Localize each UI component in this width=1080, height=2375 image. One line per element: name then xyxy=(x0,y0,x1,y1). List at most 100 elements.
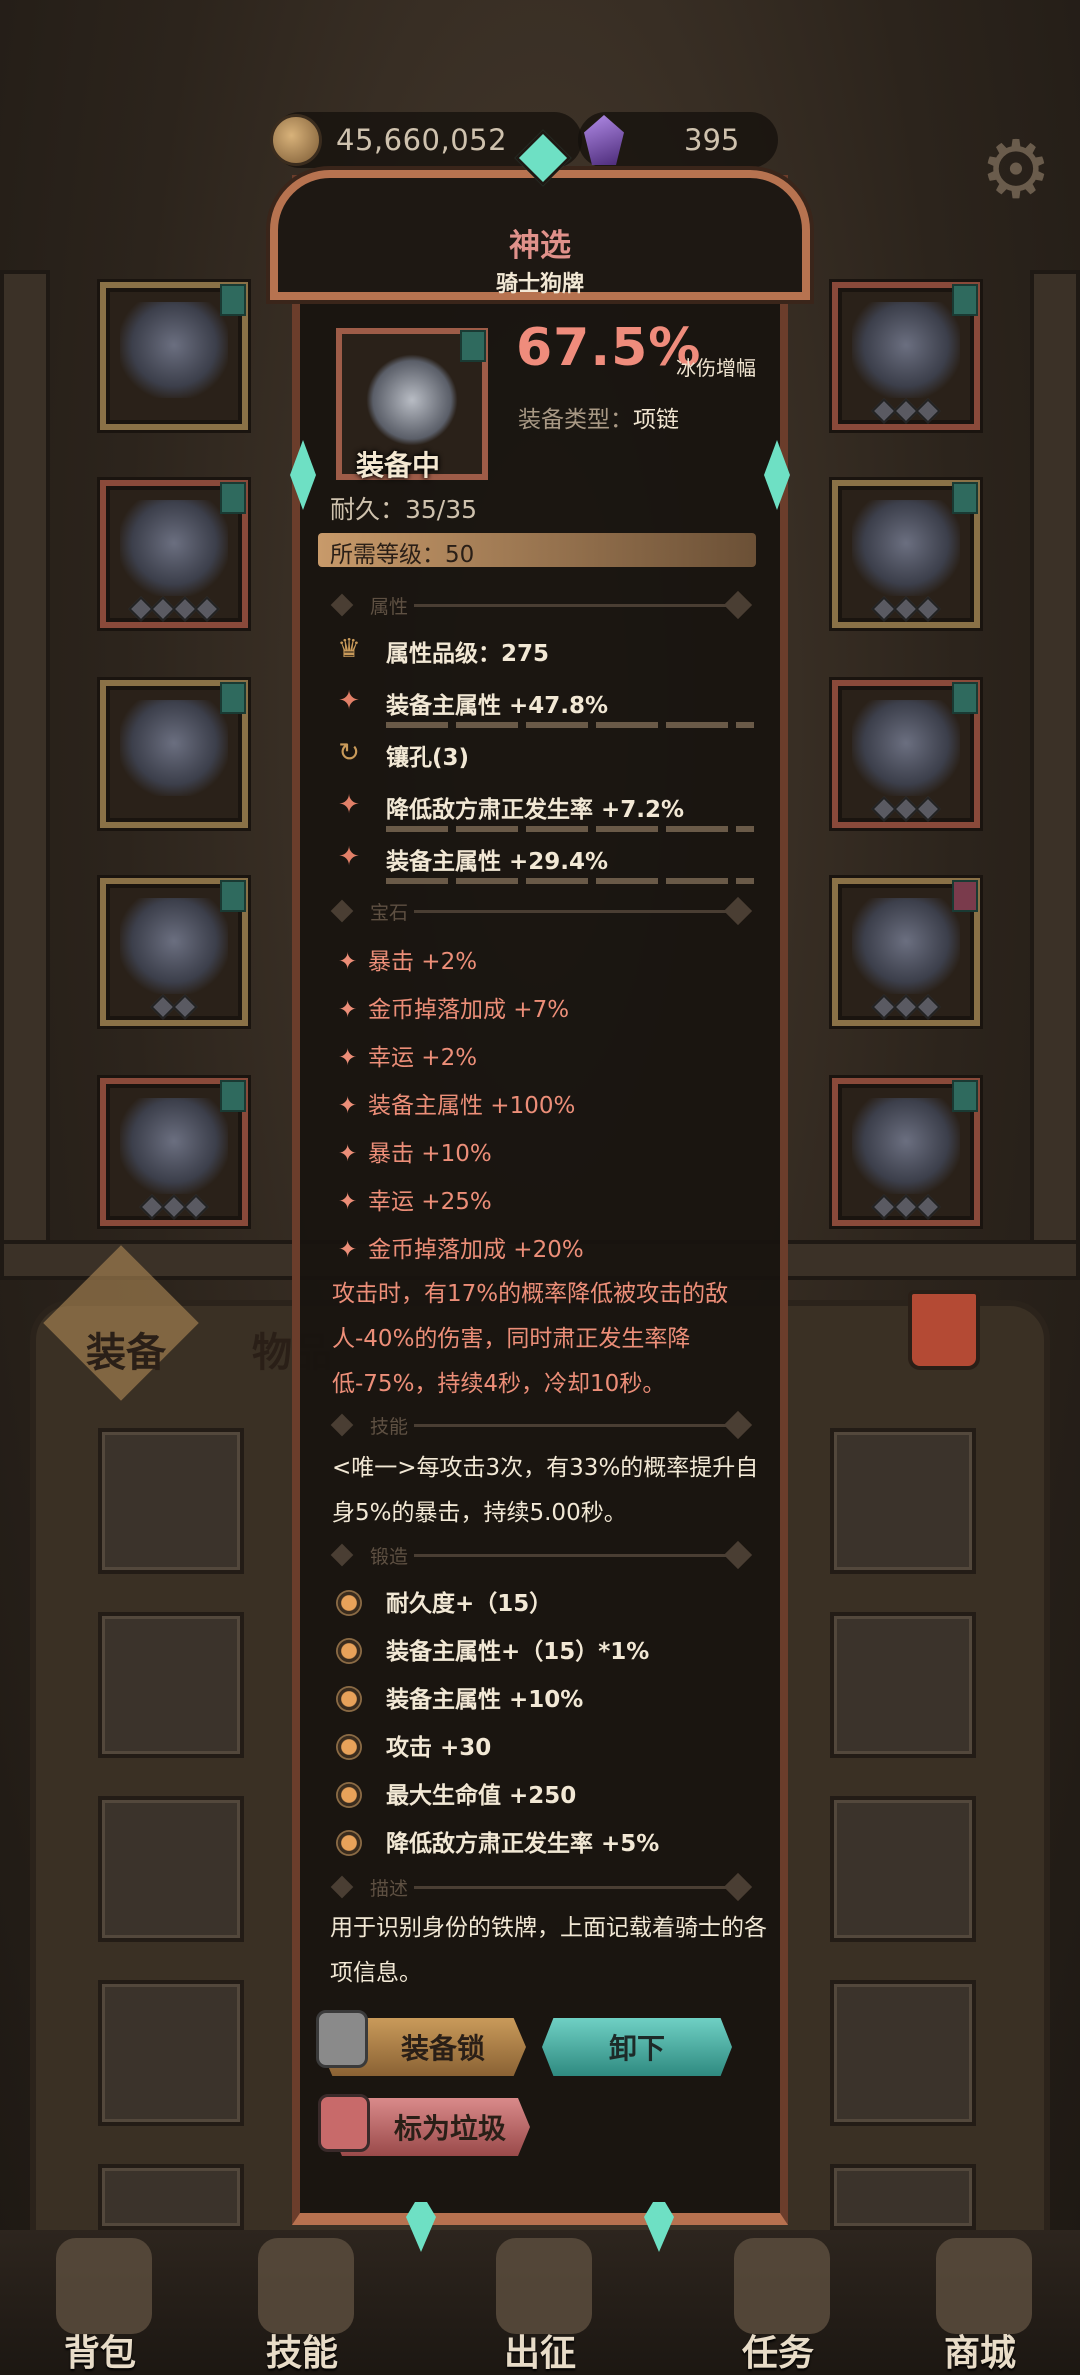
bag-cell[interactable] xyxy=(98,1796,244,1942)
section-label: 锻造 xyxy=(370,1546,409,1568)
pants-icon xyxy=(120,898,228,994)
bag-cell[interactable] xyxy=(830,1980,976,2126)
section-gems: 宝石 xyxy=(330,896,754,926)
badge-icon xyxy=(460,330,486,362)
bag-cell[interactable] xyxy=(98,2164,244,2230)
forge-text: 装备主属性 +10% xyxy=(386,1687,584,1713)
forge-row: 耐久度+（15） xyxy=(336,1584,552,1618)
bag-cell[interactable] xyxy=(830,1612,976,1758)
nav-shop[interactable]: 商城 xyxy=(900,2238,1060,2374)
attribute-row: ✦ 降低敌方肃正发生率 +7.2% xyxy=(334,786,754,834)
badge-icon xyxy=(952,682,978,714)
socket-row xyxy=(106,596,242,622)
main-stat-value: 67.5% xyxy=(516,318,702,378)
crystal-icon xyxy=(584,115,624,165)
forge-row: 装备主属性+（15）*1% xyxy=(336,1632,649,1666)
slot-boots[interactable] xyxy=(100,1078,248,1226)
forge-dot-icon xyxy=(336,1686,362,1712)
gear-icon[interactable]: ⚙ xyxy=(974,128,1058,212)
badge-icon xyxy=(952,482,978,514)
badge-icon xyxy=(220,682,246,714)
socket-row xyxy=(838,398,974,424)
slot-pants[interactable] xyxy=(100,878,248,1026)
attribute-text: 装备主属性 +47.8% xyxy=(386,693,609,719)
scroll-icon xyxy=(734,2238,830,2334)
tab-equipment[interactable]: 装备 xyxy=(86,1320,166,1378)
forge-dot-icon xyxy=(336,1734,362,1760)
unequip-button[interactable]: 卸下 xyxy=(542,2018,732,2076)
required-level: 所需等级：50 xyxy=(330,542,475,568)
bag-cell[interactable] xyxy=(830,1428,976,1574)
coin-icon xyxy=(270,114,322,166)
section-attributes: 属性 xyxy=(330,590,754,620)
badge-icon xyxy=(220,284,246,316)
mark-junk-button-label: 标为垃圾 xyxy=(393,2112,506,2145)
section-label: 属性 xyxy=(370,596,409,618)
lock-icon xyxy=(316,2010,368,2068)
slot-necklace[interactable] xyxy=(832,282,980,430)
nav-skills[interactable]: 技能 xyxy=(222,2238,382,2374)
skill-text: <唯一>每攻击3次，有33%的概率提升自身5%的暴击，持续5.00秒。 xyxy=(332,1455,759,1526)
spark-icon: ✦ xyxy=(338,790,360,820)
attribute-row: ✦ 装备主属性 +29.4% xyxy=(334,838,754,886)
gem-bonus-row: ✦ 幸运 +25% xyxy=(338,1182,492,1216)
star-icon: ✦ xyxy=(338,1237,358,1263)
socket-row xyxy=(838,1194,974,1220)
badge-icon xyxy=(952,880,978,912)
type-value: 项链 xyxy=(633,407,679,433)
slot-accessory[interactable] xyxy=(832,1078,980,1226)
ring-icon xyxy=(852,700,960,796)
gem-bonus-text: 幸运 +2% xyxy=(368,1045,478,1071)
attribute-text: 镶孔(3) xyxy=(386,745,470,771)
badge-icon xyxy=(220,880,246,912)
nav-label: 商城 xyxy=(943,2333,1016,2374)
star-icon: ✦ xyxy=(338,1189,358,1215)
gem-bonus-row: ✦ 幸运 +2% xyxy=(338,1038,477,1072)
section-skills: 技能 xyxy=(330,1410,754,1440)
gem-bonus-text: 装备主属性 +100% xyxy=(368,1093,576,1119)
nav-backpack[interactable]: 背包 xyxy=(20,2238,180,2374)
slot-bracer[interactable] xyxy=(832,480,980,628)
nav-quests[interactable]: 任务 xyxy=(698,2238,858,2374)
set-effect-text: 攻击时，有17%的概率降低被攻击的敌人-40%的伤害，同时肃正发生率降低-75%… xyxy=(332,1281,729,1397)
gem-amount: 395 xyxy=(684,123,740,157)
bag-cell[interactable] xyxy=(98,1428,244,1574)
bag-cell[interactable] xyxy=(830,2164,976,2230)
skill-book-icon xyxy=(258,2238,354,2334)
slot-ring[interactable] xyxy=(832,680,980,828)
gem-counter: 395 xyxy=(578,112,778,168)
nav-label: 出征 xyxy=(503,2333,576,2374)
crown-icon: ♛ xyxy=(337,634,361,664)
section-label: 描述 xyxy=(370,1878,409,1900)
required-level-bar: 所需等级：50 xyxy=(318,533,756,568)
slot-armor[interactable] xyxy=(100,480,248,628)
forge-text: 装备主属性+（15）*1% xyxy=(386,1639,650,1665)
bag-cell[interactable] xyxy=(98,1612,244,1758)
gem-bonus-text: 金币掉落加成 +7% xyxy=(368,997,570,1023)
helmet-icon xyxy=(120,302,228,398)
nav-expedition[interactable]: 出征 xyxy=(460,2238,620,2374)
gem-bonus-row: ✦ 暴击 +2% xyxy=(338,942,477,976)
star-icon: ✦ xyxy=(338,1045,358,1071)
slot-weapon[interactable] xyxy=(832,878,980,1026)
backpack-icon xyxy=(56,2238,152,2334)
trash-icon[interactable] xyxy=(908,1290,980,1370)
crown-icon xyxy=(936,2238,1032,2334)
nav-label: 任务 xyxy=(741,2333,814,2374)
slot-gloves[interactable] xyxy=(100,680,248,828)
socket-row xyxy=(838,796,974,822)
forge-row: 降低敌方肃正发生率 +5% xyxy=(336,1824,659,1858)
gloves-icon xyxy=(120,700,228,796)
nav-label: 背包 xyxy=(63,2333,136,2374)
bag-cell[interactable] xyxy=(830,1796,976,1942)
bag-cell[interactable] xyxy=(98,1980,244,2126)
lantern-icon xyxy=(318,2094,370,2152)
forge-row: 最大生命值 +250 xyxy=(336,1776,576,1810)
slot-helmet[interactable] xyxy=(100,282,248,430)
item-description: 用于识别身份的铁牌，上面记载着骑士的各项信息。 xyxy=(330,1915,767,1986)
attribute-text: 属性品级：275 xyxy=(386,641,550,667)
gem-bonus-row: ✦ 金币掉落加成 +20% xyxy=(338,1230,584,1264)
star-icon: ✦ xyxy=(338,1141,358,1167)
spark-icon: ✦ xyxy=(338,686,360,716)
badge-icon xyxy=(220,1080,246,1112)
